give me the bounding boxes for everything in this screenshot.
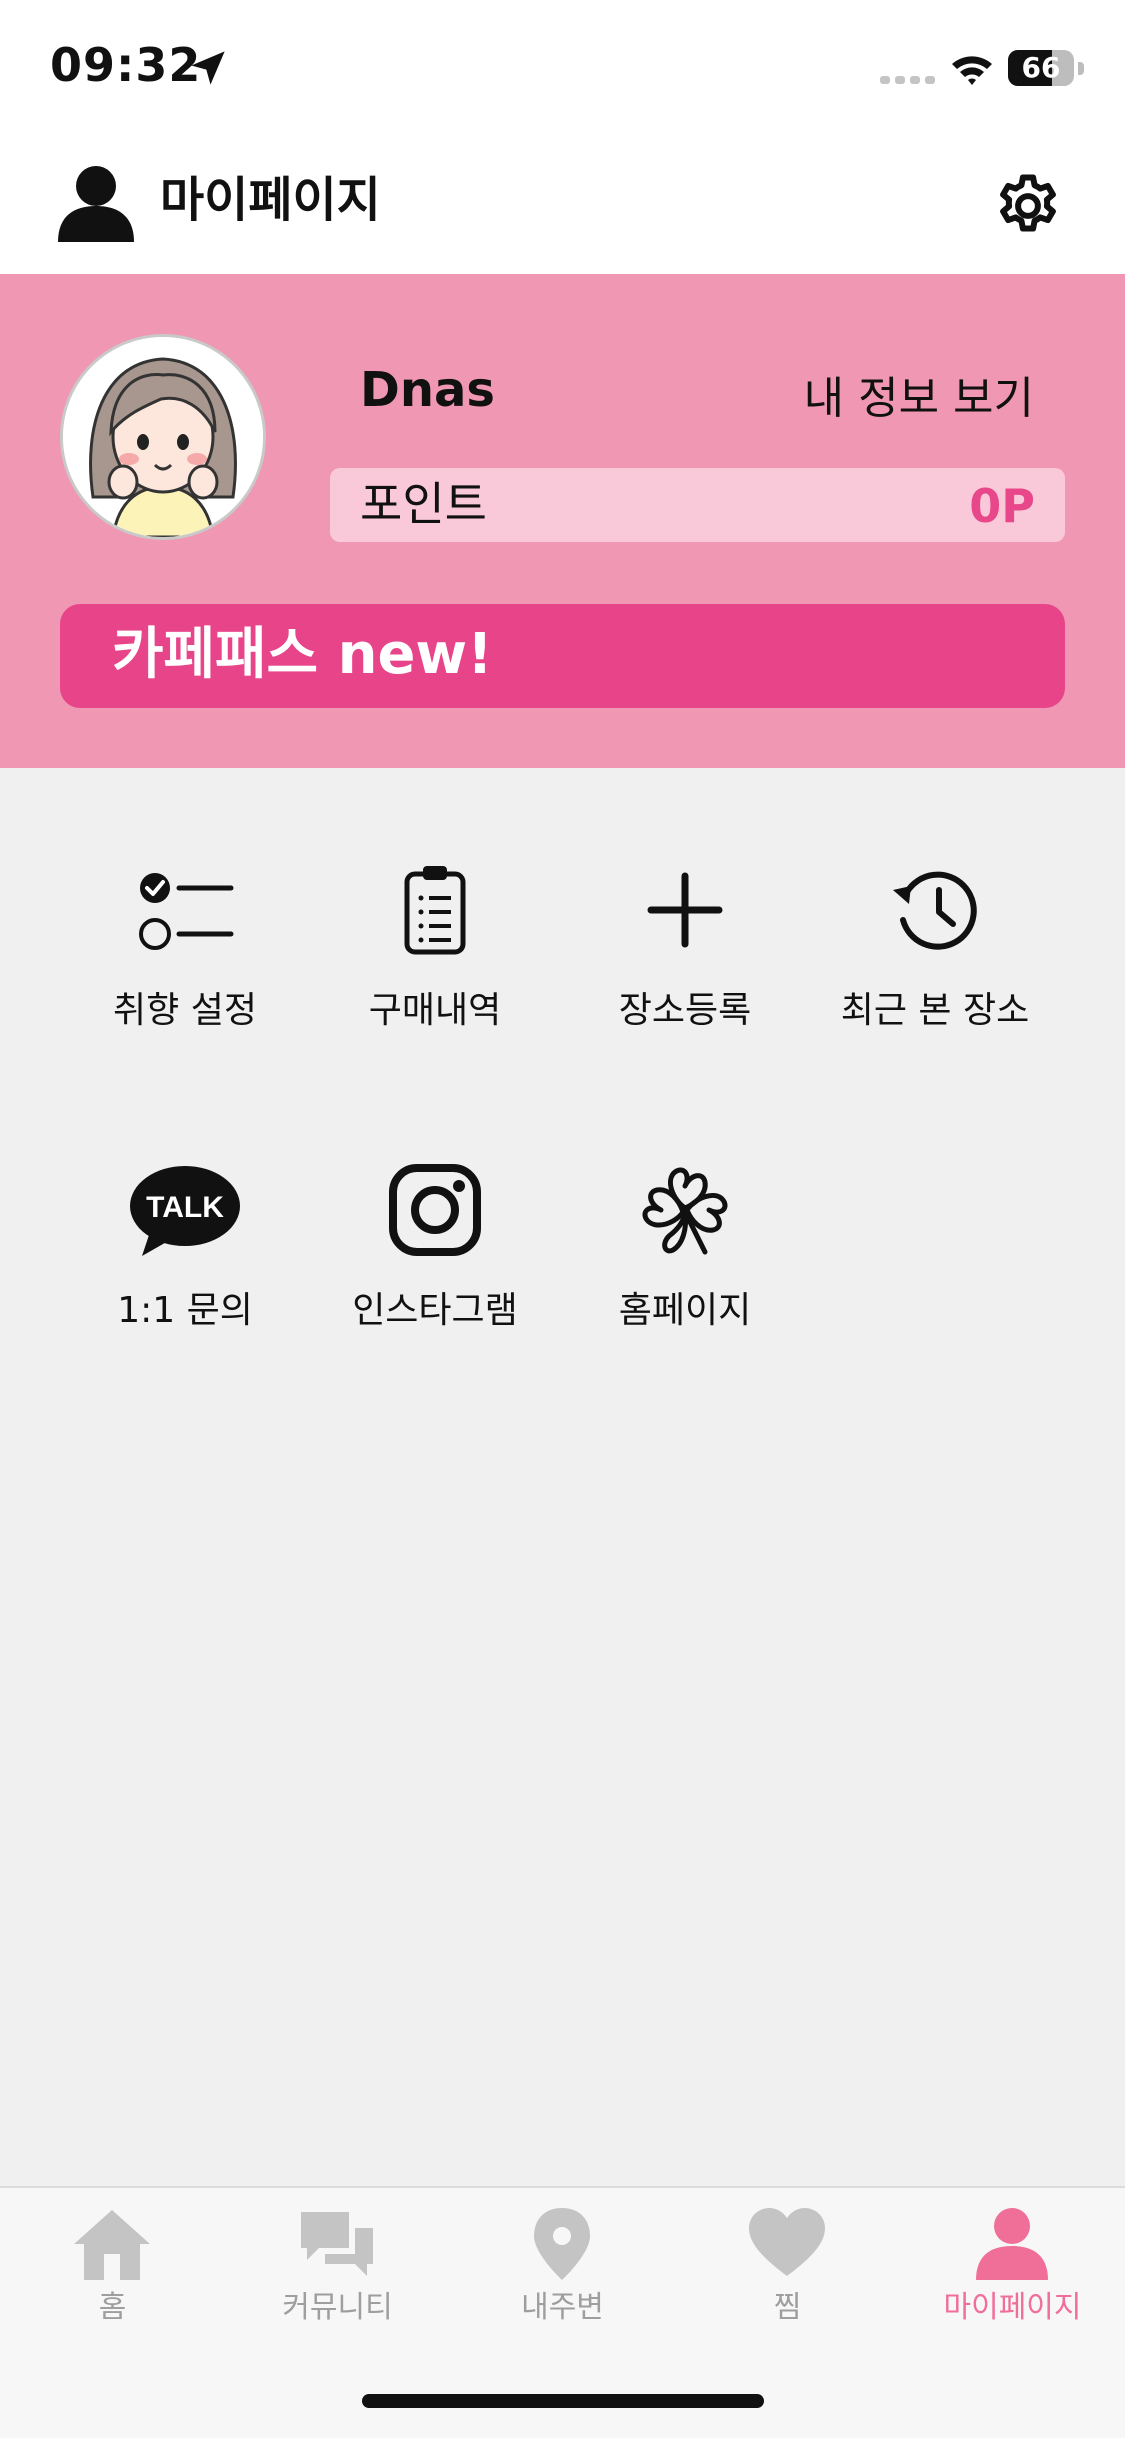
kakaotalk-text: TALK bbox=[146, 1191, 224, 1224]
point-value: 0P bbox=[969, 479, 1035, 533]
tab-nearby[interactable]: 내주변 bbox=[450, 2206, 675, 2336]
menu-item-label: 홈페이지 bbox=[618, 1290, 752, 1331]
tab-label: 홈 bbox=[98, 2290, 127, 2325]
page-title: 마이페이지 bbox=[160, 172, 381, 228]
username: Dnas bbox=[360, 362, 495, 418]
menu-item-label: 1:1 문의 bbox=[117, 1290, 253, 1331]
menu-item-label: 취향 설정 bbox=[113, 990, 257, 1031]
battery-icon: 66 bbox=[1008, 50, 1086, 88]
home-indicator bbox=[362, 2394, 764, 2408]
home-icon bbox=[74, 2210, 150, 2280]
menu-item-instagram[interactable]: 인스타그램 bbox=[310, 1160, 560, 1400]
chat-bubbles-icon bbox=[301, 2212, 373, 2276]
map-pin-icon bbox=[534, 2208, 590, 2280]
history-icon bbox=[893, 871, 977, 950]
page-header: 마이페이지 bbox=[0, 130, 1125, 274]
avatar[interactable] bbox=[60, 334, 266, 540]
checklist-icon bbox=[139, 873, 234, 950]
point-box[interactable]: 포인트 0P bbox=[330, 468, 1065, 542]
menu-item-preference[interactable]: 취향 설정 bbox=[60, 860, 310, 1100]
tab-mypage[interactable]: 마이페이지 bbox=[900, 2206, 1125, 2336]
my-info-link[interactable]: 내 정보 보기 bbox=[800, 362, 1034, 426]
plus-icon bbox=[647, 872, 723, 948]
instagram-icon bbox=[389, 1164, 481, 1256]
point-label: 포인트 bbox=[360, 477, 487, 531]
tab-home[interactable]: 홈 bbox=[0, 2206, 225, 2336]
tab-label: 찜 bbox=[773, 2290, 802, 2325]
menu-item-register-place[interactable]: 장소등록 bbox=[560, 860, 810, 1100]
cellular-signal-icon bbox=[880, 76, 935, 84]
person-icon bbox=[976, 2208, 1048, 2280]
profile-card: Dnas 내 정보 보기 포인트 0P 카페패스 new! bbox=[0, 274, 1125, 768]
heart-icon bbox=[749, 2208, 825, 2276]
gear-icon[interactable] bbox=[992, 170, 1064, 242]
clipboard-icon bbox=[404, 866, 466, 955]
avatar-illustration bbox=[63, 337, 263, 537]
status-bar: 09:32 66 bbox=[0, 0, 1125, 130]
menu-item-label: 장소등록 bbox=[618, 990, 752, 1031]
tab-label: 내주변 bbox=[521, 2290, 604, 2325]
cafepass-button[interactable]: 카페패스 new! bbox=[60, 604, 1065, 708]
cafepass-label: 카페패스 new! bbox=[112, 622, 493, 687]
menu-item-label: 최근 본 장소 bbox=[840, 990, 1030, 1031]
tab-label: 마이페이지 bbox=[943, 2290, 1082, 2325]
menu-item-recent-places[interactable]: 최근 본 장소 bbox=[810, 860, 1060, 1100]
wifi-icon bbox=[952, 56, 992, 85]
menu-item-label: 구매내역 bbox=[368, 990, 502, 1031]
menu-item-homepage[interactable]: 홈페이지 bbox=[560, 1160, 810, 1400]
person-icon bbox=[58, 166, 134, 242]
menu-item-inquiry[interactable]: TALK 1:1 문의 bbox=[60, 1160, 310, 1400]
menu-item-label: 인스타그램 bbox=[352, 1290, 518, 1331]
location-arrow-icon bbox=[191, 51, 225, 85]
tab-label: 커뮤니티 bbox=[282, 2290, 393, 2325]
tab-favorites[interactable]: 찜 bbox=[675, 2206, 900, 2336]
status-time: 09:32 bbox=[50, 38, 202, 92]
battery-percent: 66 bbox=[1021, 51, 1061, 84]
tab-community[interactable]: 커뮤니티 bbox=[225, 2206, 450, 2336]
kakaotalk-icon: TALK bbox=[130, 1166, 240, 1256]
menu-item-purchase-history[interactable]: 구매내역 bbox=[310, 860, 560, 1100]
clover-logo-icon bbox=[642, 1167, 728, 1255]
